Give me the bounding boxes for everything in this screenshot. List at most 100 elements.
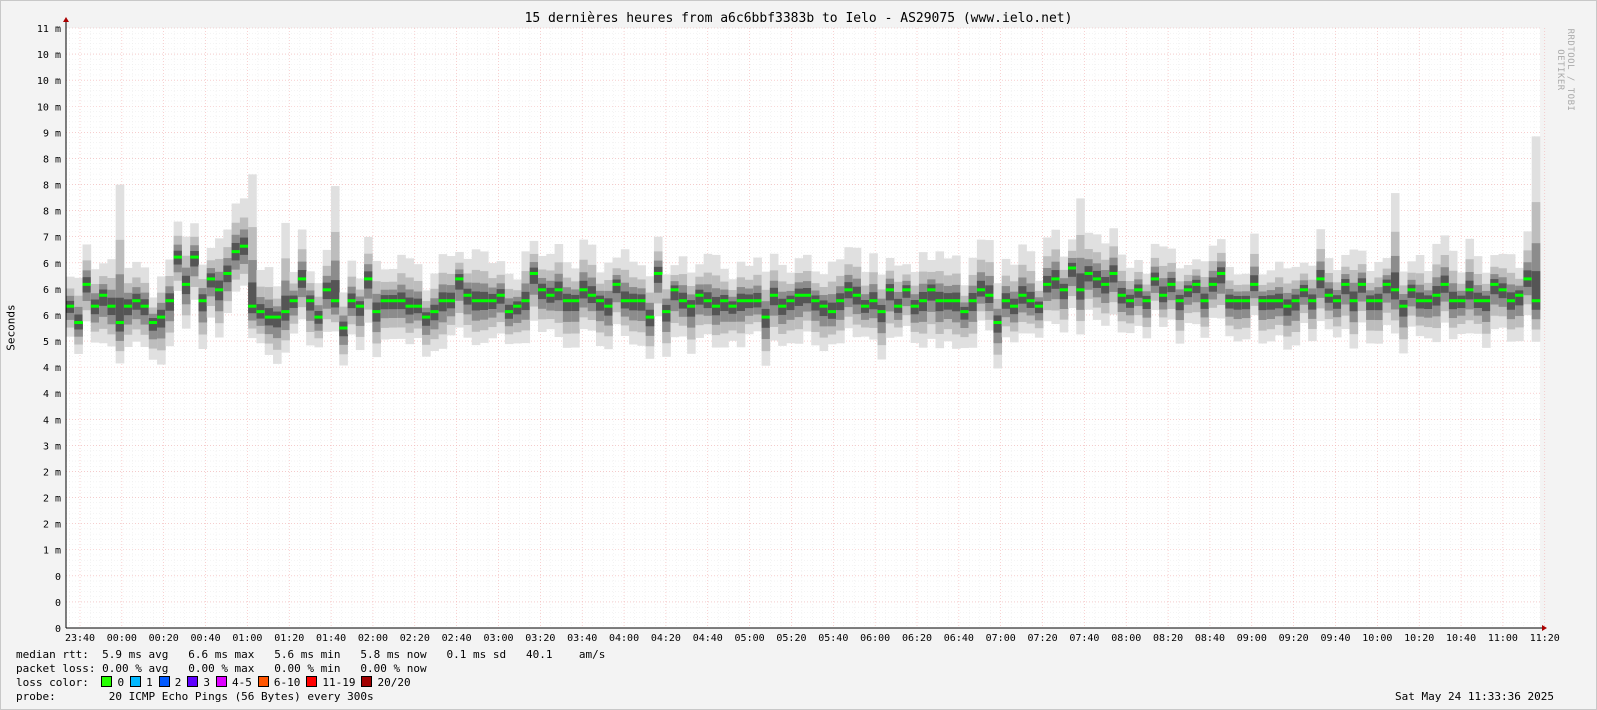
x-tick-label: 08:00 — [1111, 633, 1141, 644]
smoke-bar — [529, 267, 539, 284]
median-point — [165, 299, 174, 303]
median-point — [355, 304, 365, 308]
median-point — [1424, 299, 1433, 303]
median-point — [1515, 293, 1524, 297]
smoke-bar — [1515, 290, 1524, 306]
y-tick-label: 6 m — [43, 311, 61, 322]
y-tick-label: 10 m — [37, 50, 61, 61]
median-point — [918, 299, 928, 303]
x-tick-label: 01:40 — [316, 633, 346, 644]
median-point — [993, 321, 1003, 325]
y-tick-label: 6 m — [43, 259, 61, 270]
x-tick-label: 05:40 — [818, 633, 848, 644]
median-point — [488, 299, 497, 303]
smoke-bar — [157, 309, 166, 328]
median-point — [1225, 299, 1234, 303]
median-point — [215, 288, 224, 292]
chart-title: 15 dernières heures from a6c6bbf3383b to… — [524, 11, 1073, 26]
y-tick-label: 8 m — [43, 207, 61, 218]
smoke-bar — [1059, 283, 1069, 300]
median-point — [132, 299, 141, 303]
median-point — [1316, 277, 1325, 281]
median-point — [463, 293, 473, 297]
median-point — [1490, 282, 1499, 286]
y-tick-label: 4 m — [43, 363, 61, 374]
x-tick-label: 07:00 — [986, 633, 1016, 644]
smoke-bar — [1241, 295, 1251, 310]
smoke-bar — [720, 294, 729, 312]
median-point — [1374, 299, 1383, 303]
median-point — [90, 304, 100, 308]
median-point — [380, 299, 390, 303]
median-point — [273, 315, 282, 319]
x-tick-label: 02:40 — [442, 633, 472, 644]
loss-color-swatch — [130, 676, 142, 687]
probe-row: probe: 20 ICMP Echo Pings (56 Bytes) eve… — [16, 690, 374, 703]
median-point — [620, 299, 630, 303]
median-point — [1399, 304, 1408, 308]
loss-color-swatch — [361, 676, 373, 687]
median-point — [206, 277, 216, 281]
median-point — [927, 288, 936, 292]
loss-color-swatch-label: 1 — [146, 676, 153, 689]
median-point — [521, 299, 531, 303]
median-point — [438, 299, 448, 303]
median-point — [256, 310, 266, 314]
x-tick-label: 04:00 — [609, 633, 639, 644]
y-tick-label: 7 m — [43, 233, 61, 244]
smoke-bar — [902, 285, 911, 298]
x-tick-label: 04:40 — [693, 633, 723, 644]
median-point — [173, 255, 183, 259]
median-point — [952, 299, 961, 303]
median-point — [1349, 299, 1359, 303]
x-tick-label: 10:00 — [1362, 633, 1392, 644]
median-point — [1159, 293, 1168, 297]
median-point — [1241, 299, 1251, 303]
median-point — [1217, 271, 1226, 275]
x-tick-label: 03:20 — [525, 633, 555, 644]
x-tick-label: 10:20 — [1404, 633, 1434, 644]
x-tick-label: 07:20 — [1027, 633, 1057, 644]
smoke-bar — [1258, 295, 1268, 311]
median-point — [819, 304, 829, 308]
x-tick-label: 01:20 — [274, 633, 304, 644]
median-point — [860, 304, 870, 308]
smoke-bar — [1192, 279, 1201, 294]
median-point — [1473, 299, 1483, 303]
median-point — [894, 304, 903, 308]
loss-color-swatch — [257, 676, 269, 687]
median-point — [1076, 288, 1085, 292]
median-point — [968, 299, 978, 303]
smoke-bar — [1175, 294, 1185, 311]
smoke-bar — [248, 282, 257, 314]
median-point — [347, 299, 357, 303]
smoke-bar — [794, 288, 804, 306]
median-point — [1332, 299, 1342, 303]
median-point — [107, 304, 116, 308]
timestamp: Sat May 24 11:33:36 2025 — [1395, 690, 1554, 703]
median-point — [910, 304, 920, 308]
median-point — [753, 299, 762, 303]
loss-color-legend: 0 1 2 3 4-5 6-10 11-19 20/20 — [95, 676, 411, 689]
smoke-bar — [1217, 267, 1226, 284]
x-tick-label: 06:40 — [944, 633, 974, 644]
loss-color-swatch-label: 6-10 — [273, 676, 301, 689]
loss-color-swatch-label: 2 — [174, 676, 182, 689]
y-tick-label: 6 m — [43, 285, 61, 296]
median-point — [1026, 299, 1036, 303]
median-point — [662, 310, 671, 314]
median-point — [637, 299, 646, 303]
x-tick-label: 23:40 — [65, 633, 95, 644]
packet-loss-label: packet loss: — [16, 662, 96, 675]
median-point — [1010, 304, 1019, 308]
loss-color-swatch-label: 20/20 — [377, 676, 411, 689]
smoke-bar — [819, 300, 829, 317]
smoke-bar — [1482, 295, 1491, 312]
median-point — [1448, 299, 1458, 303]
median-point — [140, 304, 150, 308]
x-tick-label: 00:00 — [107, 633, 137, 644]
median-point — [455, 277, 464, 281]
median-point — [1192, 282, 1201, 286]
x-tick-label: 09:00 — [1237, 633, 1267, 644]
median-point — [339, 326, 348, 330]
